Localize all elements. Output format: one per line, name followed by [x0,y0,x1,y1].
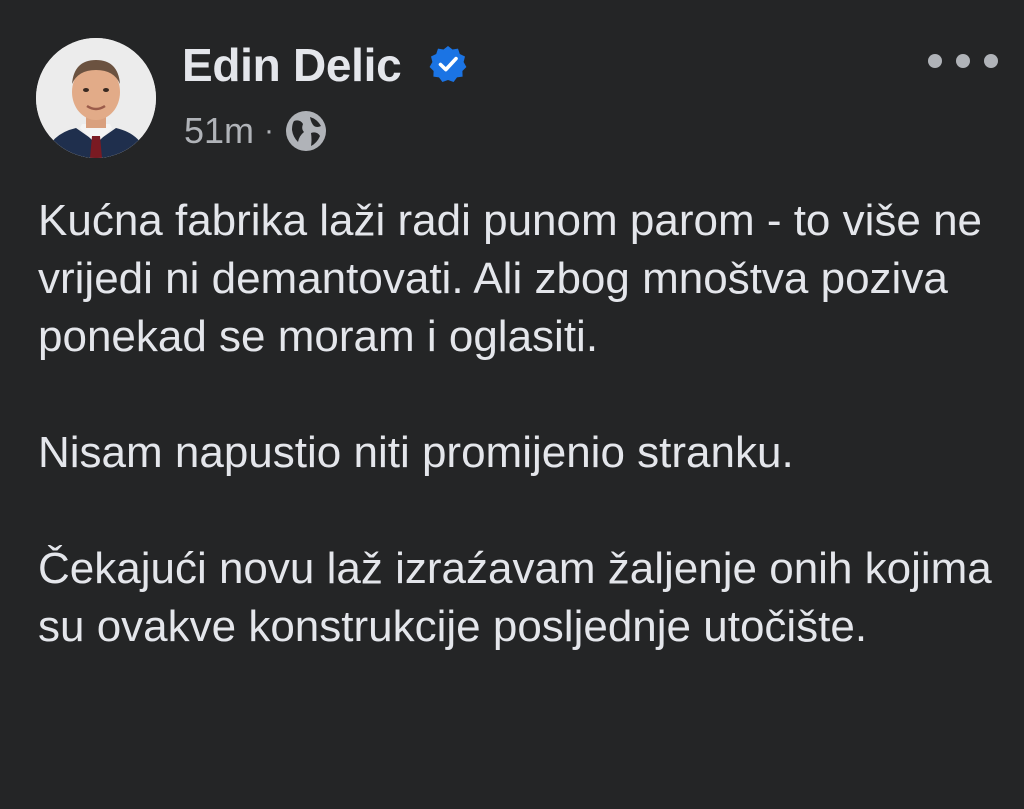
meta-separator: · [264,114,275,147]
author-name[interactable]: Edin Delic [182,38,402,92]
post-paragraph: Nisam napustio niti promijenio stranku. [38,428,794,477]
globe-icon[interactable] [284,109,328,153]
verified-badge-icon [428,44,468,84]
author-avatar[interactable] [36,38,156,158]
more-dot [984,54,998,68]
facebook-post: Edin Delic 51m · Kućna fabrika laži radi… [0,0,1024,809]
post-meta: 51m · [184,108,328,154]
more-options-icon[interactable] [928,46,998,76]
more-dot [928,54,942,68]
more-dot [956,54,970,68]
post-paragraph: Čekajući novu laž izraźavam žaljenje oni… [38,544,992,651]
post-body: Kućna fabrika laži radi punom parom - to… [38,192,998,714]
post-paragraph: Kućna fabrika laži radi punom parom - to… [38,196,983,361]
post-timestamp[interactable]: 51m [184,110,254,152]
